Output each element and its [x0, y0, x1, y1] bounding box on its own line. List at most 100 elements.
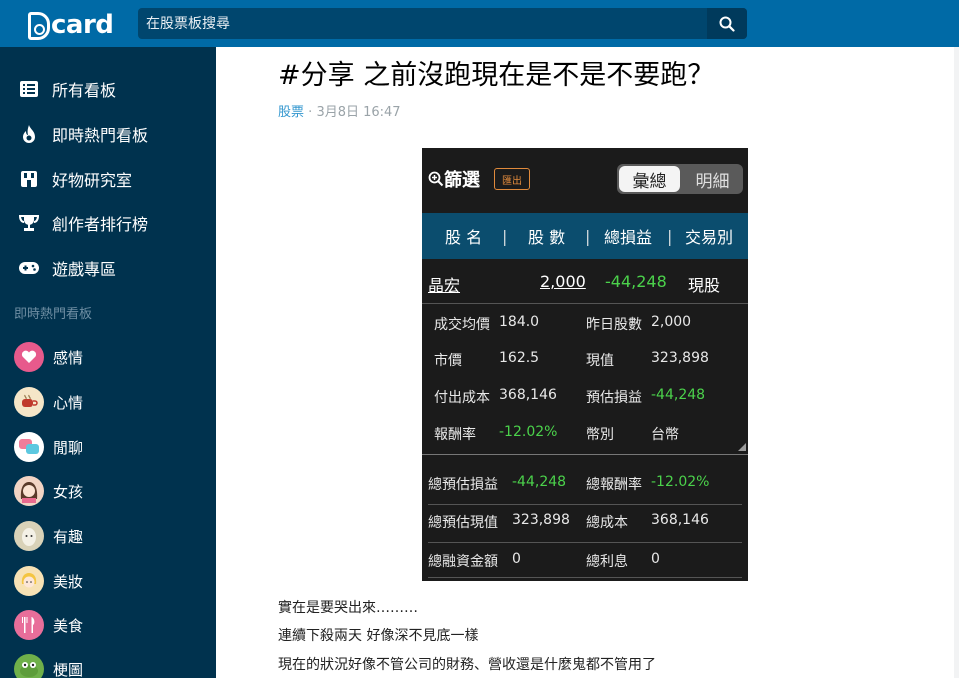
sidebar-item-hot-boards[interactable]: 即時熱門看板: [0, 112, 216, 156]
summary-detail-toggle: 彙總 明細: [617, 164, 743, 194]
divider: [422, 303, 748, 304]
toggle-detail: 明細: [695, 171, 730, 192]
detail-value: 323,898: [651, 350, 709, 366]
total-value: 323,898: [512, 512, 570, 528]
board-item[interactable]: 女孩: [0, 469, 216, 513]
sidebar-item-creator-ranking[interactable]: 創作者排行榜: [0, 201, 216, 245]
total-value: -12.02%: [651, 474, 710, 490]
stock-name: 晶宏: [428, 276, 461, 295]
detail-label: 付出成本: [434, 390, 490, 406]
detail-label: 成交均價: [434, 317, 490, 333]
gamepad-icon: [18, 257, 40, 279]
store-icon: [18, 168, 40, 190]
post-body-line: 實在是要哭出來………: [278, 600, 418, 616]
hot-boards-section-title: 即時熱門看板: [14, 307, 93, 322]
header-trade-type: 交易別: [685, 228, 734, 247]
scrollbar[interactable]: [954, 47, 959, 678]
header-separator: |: [502, 226, 508, 246]
corner-indicator-icon: [738, 443, 746, 451]
trophy-icon: [18, 212, 40, 234]
sidebar-item-all-boards[interactable]: 所有看板: [0, 67, 216, 111]
detail-label: 現值: [586, 353, 614, 369]
board-item[interactable]: 梗圖: [0, 647, 216, 678]
chat-bubbles-board-icon: [14, 432, 44, 462]
search-icon: [719, 16, 735, 32]
board-label: 心情: [53, 393, 84, 412]
detail-label: 預估損益: [586, 390, 642, 406]
header-shares: 股 數: [528, 228, 566, 247]
header-separator: |: [585, 226, 591, 246]
detail-value: -44,248: [651, 387, 706, 403]
total-label: 總預估現值: [428, 515, 498, 531]
post-body-line: 現在的狀況好像不管公司的財務、營收還是什麼鬼都不管用了: [278, 657, 656, 673]
sidebar-item-label: 即時熱門看板: [52, 126, 149, 145]
detail-value: 2,000: [651, 314, 692, 330]
search-input[interactable]: [138, 8, 707, 39]
detail-value: 368,146: [499, 387, 557, 403]
logo-text: card: [51, 10, 114, 40]
header-separator: |: [667, 226, 673, 246]
list-icon: [18, 78, 40, 100]
post-body-line: 連續下殺兩天 好像深不見底一樣: [278, 628, 479, 644]
board-item[interactable]: 感情: [0, 335, 216, 379]
dcard-logo[interactable]: card: [28, 8, 114, 40]
filter-label: 篩選: [428, 166, 480, 192]
sidebar-item-label: 所有看板: [52, 81, 117, 100]
export-badge: 匯出: [494, 168, 530, 190]
total-label: 總融資金額: [428, 554, 498, 570]
stock-trade-type: 現股: [688, 276, 721, 295]
board-label: 美妝: [53, 572, 84, 591]
top-bar: card: [0, 0, 959, 47]
search-bar: [138, 8, 747, 39]
holdings-header: 股 名 | 股 數 | 總損益 | 交易別: [422, 213, 748, 259]
heart-board-icon: [14, 342, 44, 372]
board-label: 有趣: [53, 527, 84, 546]
board-item[interactable]: 美食: [0, 603, 216, 647]
board-item[interactable]: 美妝: [0, 559, 216, 603]
makeup-board-icon: [14, 566, 44, 596]
detail-value: -12.02%: [499, 424, 558, 440]
logo-mark-icon: [28, 12, 50, 40]
detail-value: 台幣: [651, 427, 679, 443]
detail-value: 162.5: [499, 350, 540, 366]
sidebar: 所有看板 即時熱門看板 好物研究室 創作者排行榜 遊戲專區 即時熱門看板 感情 …: [0, 47, 216, 678]
detail-label: 報酬率: [434, 427, 476, 443]
detail-label: 昨日股數: [586, 317, 642, 333]
search-button[interactable]: [707, 8, 747, 39]
sidebar-item-label: 創作者排行榜: [52, 215, 149, 234]
post-meta: 股票 · 3月8日 16:47: [278, 101, 401, 120]
zoom-in-icon: [428, 171, 444, 187]
header-stock-name: 股 名: [445, 228, 483, 247]
filter-text: 篩選: [444, 170, 480, 191]
board-item[interactable]: 有趣: [0, 514, 216, 558]
total-label: 總成本: [586, 515, 628, 531]
total-value: 368,146: [651, 512, 709, 528]
toggle-summary: 彙總: [619, 166, 680, 192]
board-label: 美食: [53, 616, 84, 635]
board-item[interactable]: 閒聊: [0, 425, 216, 469]
total-label: 總預估損益: [428, 477, 498, 493]
stock-pnl: -44,248: [605, 272, 667, 291]
total-value: -44,248: [512, 474, 567, 490]
stock-shares: 2,000: [540, 272, 586, 291]
total-label: 總利息: [586, 554, 628, 570]
sidebar-item-games[interactable]: 遊戲專區: [0, 246, 216, 290]
alpaca-board-icon: [14, 521, 44, 551]
divider: [428, 504, 742, 505]
header-pnl: 總損益: [604, 228, 653, 247]
board-label: 女孩: [53, 482, 84, 501]
detail-label: 幣別: [586, 427, 614, 443]
detail-label: 市價: [434, 353, 462, 369]
divider: [422, 454, 748, 455]
coffee-cup-board-icon: [14, 387, 44, 417]
detail-value: 184.0: [499, 314, 540, 330]
sidebar-item-goods-lab[interactable]: 好物研究室: [0, 157, 216, 201]
total-value: 0: [651, 551, 660, 567]
post-board-link[interactable]: 股票: [278, 105, 304, 120]
fire-icon: [18, 123, 40, 145]
board-label: 感情: [53, 348, 84, 367]
board-item[interactable]: 心情: [0, 380, 216, 424]
board-label: 閒聊: [53, 438, 84, 457]
post-image[interactable]: 篩選 匯出 彙總 明細 股 名 | 股 數 | 總損益 | 交易別 晶宏 2,0…: [422, 148, 748, 581]
girl-board-icon: [14, 476, 44, 506]
